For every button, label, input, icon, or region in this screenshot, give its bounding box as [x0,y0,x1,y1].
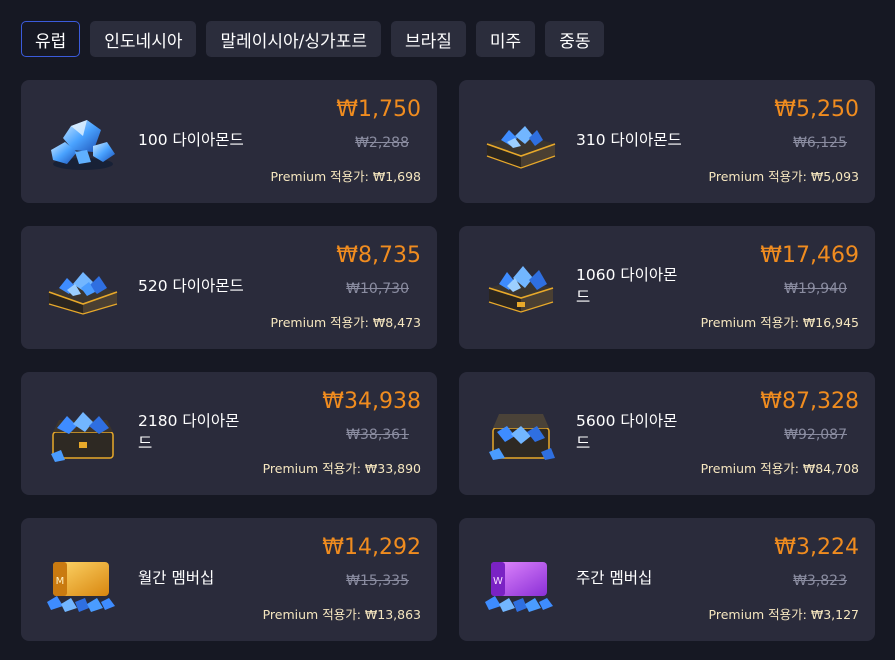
product-original-price: ₩3,823 [793,573,847,589]
product-name: 월간 멤버십 [138,569,215,587]
diamond-chest-icon [489,414,555,460]
diamond-case-icon [488,266,554,313]
product-card[interactable]: 520 다이아몬드 ₩8,735 ₩10,730 Premium 적용가: ₩8… [21,226,437,349]
product-name: 310 다이아몬드 [576,131,682,149]
premium-price: ₩84,708 [802,461,859,476]
product-original-price: ₩15,335 [346,573,409,589]
product-name: 2180 다이아몬드 [138,412,240,452]
product-name: 1060 다이아몬드 [576,266,678,306]
product-price: ₩87,328 [760,389,859,414]
premium-label: Premium 적용가: [708,607,807,622]
diamond-case-icon [48,272,118,315]
premium-price-line: Premium 적용가: ₩1,698 [271,166,421,185]
product-price: ₩34,938 [322,389,421,414]
svg-text:M: M [56,576,65,587]
premium-label: Premium 적용가: [262,607,361,622]
product-price: ₩3,224 [774,535,859,560]
premium-label: Premium 적용가: [262,461,361,476]
product-card[interactable]: W 주간 멤버십 ₩3,224 ₩3,823 Premium 적용가: ₩3,1… [459,518,875,641]
svg-text:W: W [493,576,503,587]
premium-label: Premium 적용가: [700,315,799,330]
premium-label: Premium 적용가: [700,461,799,476]
premium-price-line: Premium 적용가: ₩16,945 [701,312,859,331]
premium-label: Premium 적용가: [708,169,807,184]
diamond-case-icon [486,126,556,169]
tab-indonesia[interactable]: 인도네시아 [90,21,197,57]
tab-americas[interactable]: 미주 [475,21,536,57]
product-price: ₩1,750 [336,97,421,122]
premium-price: ₩5,093 [810,169,859,184]
premium-label: Premium 적용가: [270,315,369,330]
product-card[interactable]: 100 다이아몬드 ₩1,750 ₩2,288 Premium 적용가: ₩1,… [21,80,437,203]
product-price: ₩5,250 [774,97,859,122]
product-card[interactable]: 5600 다이아몬드 ₩87,328 ₩92,087 Premium 적용가: … [459,372,875,495]
product-card[interactable]: 310 다이아몬드 ₩5,250 ₩6,125 Premium 적용가: ₩5,… [459,80,875,203]
tab-brazil[interactable]: 브라질 [390,21,466,57]
product-original-price: ₩92,087 [784,427,847,443]
premium-price: ₩13,863 [364,607,421,622]
tab-malaysia-singapore[interactable]: 말레이시아/싱가포르 [206,21,381,57]
product-original-price: ₩6,125 [793,135,847,151]
premium-price: ₩1,698 [372,169,421,184]
diamond-chest-icon [51,412,114,462]
product-original-price: ₩19,940 [784,281,847,297]
premium-price-line: Premium 적용가: ₩5,093 [709,166,859,185]
premium-price-line: Premium 적용가: ₩3,127 [709,604,859,623]
premium-price: ₩16,945 [802,315,859,330]
premium-price-line: Premium 적용가: ₩84,708 [701,458,859,477]
premium-price-line: Premium 적용가: ₩8,473 [271,312,421,331]
product-card[interactable]: 1060 다이아몬드 ₩17,469 ₩19,940 Premium 적용가: … [459,226,875,349]
product-price: ₩14,292 [322,535,421,560]
product-price: ₩8,735 [336,243,421,268]
product-original-price: ₩10,730 [346,281,409,297]
product-card[interactable]: 2180 다이아몬드 ₩34,938 ₩38,361 Premium 적용가: … [21,372,437,495]
product-name: 5600 다이아몬드 [576,412,678,452]
product-original-price: ₩38,361 [346,427,409,443]
premium-price: ₩3,127 [810,607,859,622]
premium-label: Premium 적용가: [270,169,369,184]
product-card[interactable]: M 월간 멤버십 ₩14,292 ₩15,335 Premium 적용가: ₩1… [21,518,437,641]
weekly-membership-card-icon: W [485,562,553,612]
product-name: 100 다이아몬드 [138,131,244,149]
diamond-pile-icon [51,120,115,170]
product-name: 520 다이아몬드 [138,277,244,295]
product-price: ₩17,469 [760,243,859,268]
product-original-price: ₩2,288 [355,135,409,151]
premium-price-line: Premium 적용가: ₩33,890 [263,458,421,477]
monthly-membership-card-icon: M [47,562,115,612]
region-tabs: 유럽 인도네시아 말레이시아/싱가포르 브라질 미주 중동 [21,21,605,57]
premium-price-line: Premium 적용가: ₩13,863 [263,604,421,623]
premium-price: ₩33,890 [364,461,421,476]
premium-price: ₩8,473 [372,315,421,330]
tab-middle-east[interactable]: 중동 [545,21,605,57]
product-name: 주간 멤버십 [576,569,653,587]
tab-europe[interactable]: 유럽 [21,21,81,57]
